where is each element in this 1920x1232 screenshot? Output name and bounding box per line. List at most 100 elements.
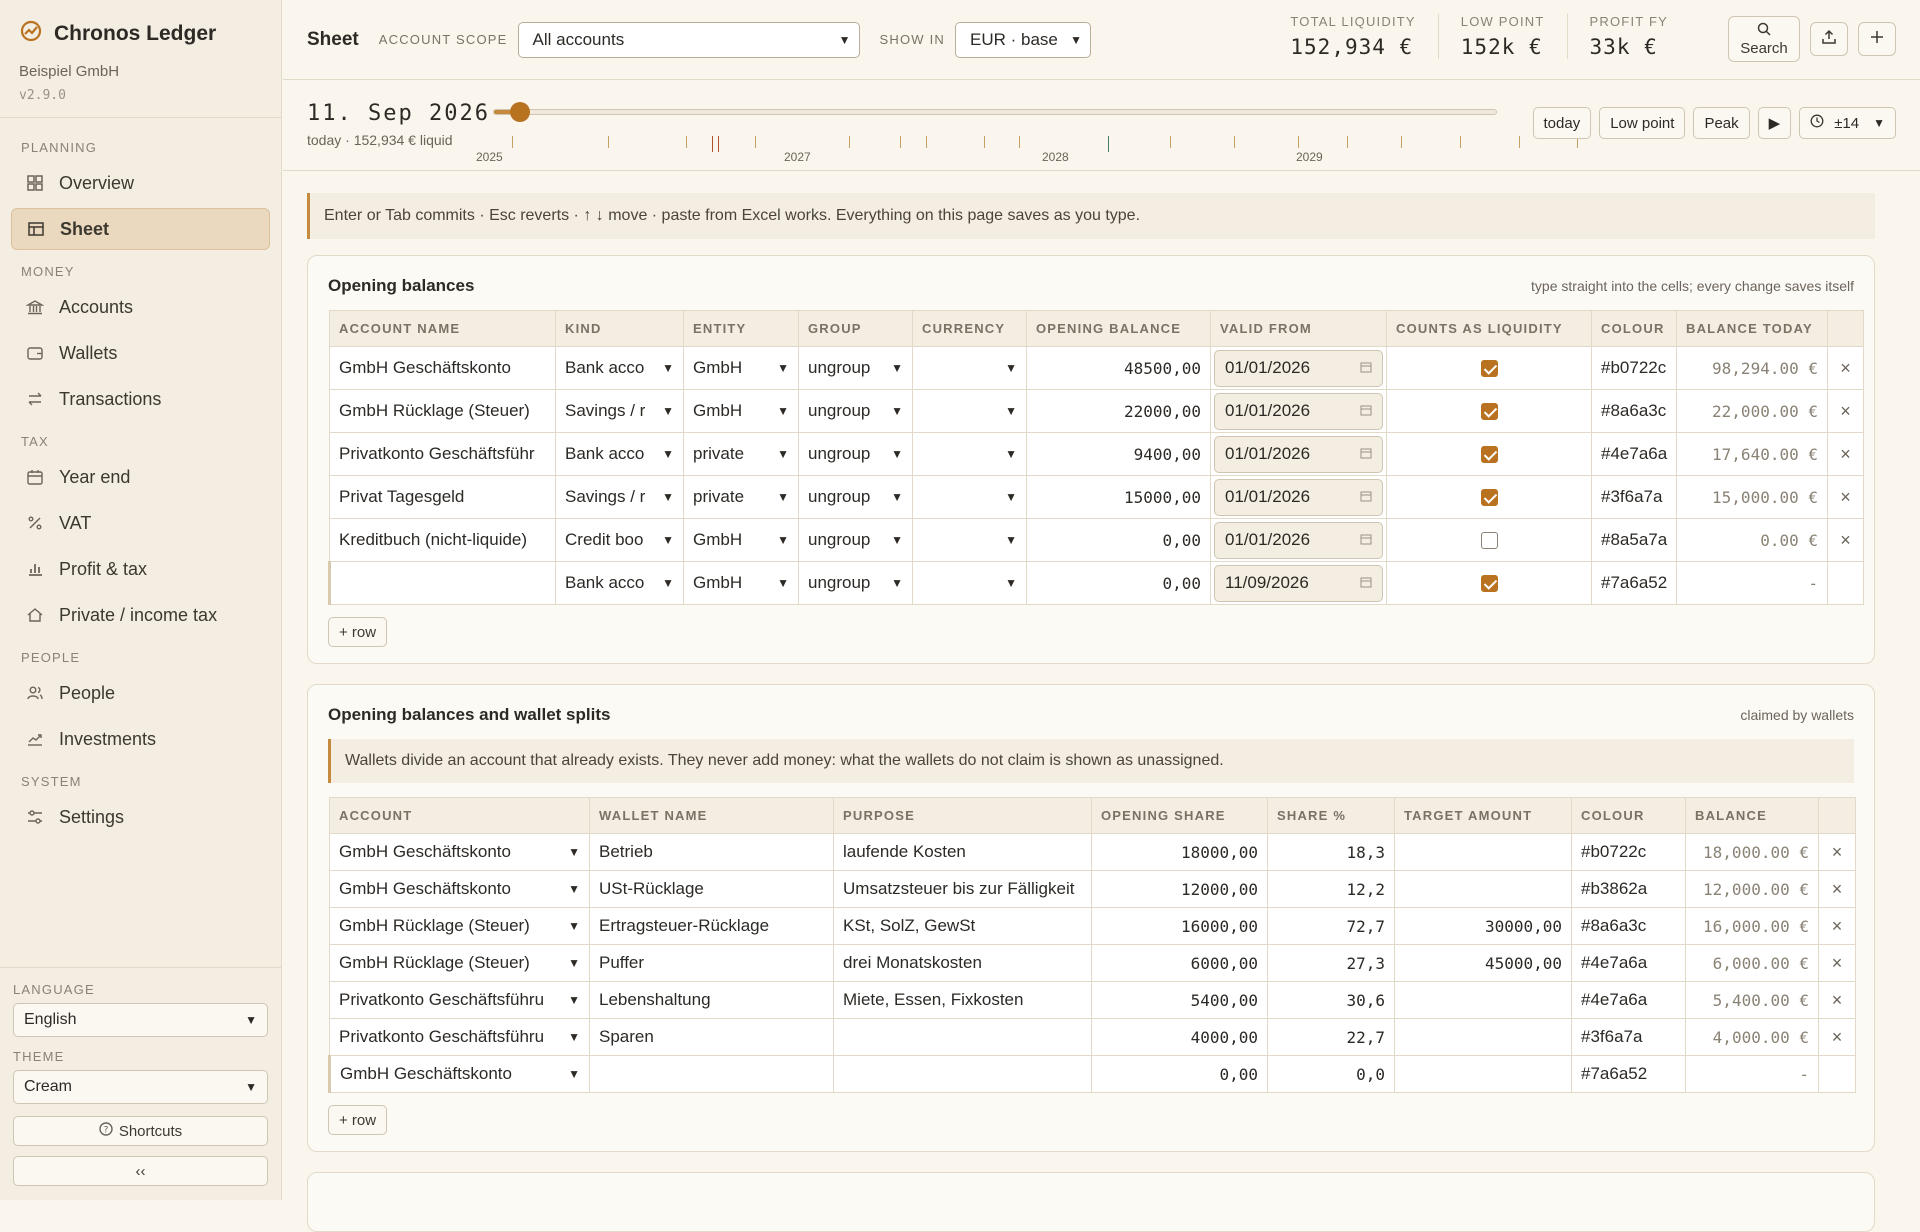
date-input[interactable]: 01/01/2026 — [1214, 521, 1383, 559]
liquidity-checkbox[interactable] — [1480, 446, 1498, 464]
target-amount-cell[interactable] — [1394, 1018, 1572, 1056]
kind-select[interactable]: Bank acco ▼ — [555, 561, 684, 605]
currency-select[interactable]: ▼ — [912, 475, 1027, 519]
wallet-name-cell[interactable]: Puffer — [589, 944, 834, 982]
date-input[interactable]: 01/01/2026 — [1214, 478, 1383, 516]
share-percent-cell[interactable]: 30,6 — [1267, 981, 1395, 1019]
liquidity-checkbox[interactable] — [1480, 489, 1498, 507]
date-input[interactable]: 01/01/2026 — [1214, 392, 1383, 430]
purpose-cell[interactable]: laufende Kosten — [833, 833, 1092, 871]
kind-select[interactable]: Bank acco ▼ — [555, 346, 684, 390]
group-select[interactable]: ungroup ▼ — [798, 432, 913, 476]
wallet-name-cell[interactable]: Lebenshaltung — [589, 981, 834, 1019]
opening-share-cell[interactable]: 12000,00 — [1091, 870, 1268, 908]
delete-row-button[interactable]: × — [1818, 907, 1856, 945]
account-name-cell[interactable] — [328, 561, 556, 605]
sidebar-item-profit-tax[interactable]: Profit & tax — [11, 548, 270, 590]
delete-row-button[interactable] — [1827, 561, 1864, 605]
entity-select[interactable]: private ▼ — [683, 475, 799, 519]
delete-row-button[interactable]: × — [1827, 475, 1864, 519]
colour-cell[interactable]: #8a6a3c — [1591, 389, 1677, 433]
delete-row-button[interactable]: × — [1818, 870, 1856, 908]
currency-select[interactable]: ▼ — [912, 389, 1027, 433]
wallet-name-cell[interactable]: Sparen — [589, 1018, 834, 1056]
date-input[interactable]: 01/01/2026 — [1214, 435, 1383, 473]
calendar-icon[interactable] — [1360, 573, 1372, 593]
colour-cell[interactable]: #7a6a52 — [1571, 1055, 1686, 1093]
colour-cell[interactable]: #8a6a3c — [1571, 907, 1686, 945]
valid-from-cell[interactable]: 01/01/2026 — [1210, 432, 1387, 476]
account-select[interactable]: GmbH Geschäftskonto ▼ — [329, 870, 590, 908]
colour-cell[interactable]: #3f6a7a — [1591, 475, 1677, 519]
sidebar-item-people[interactable]: People — [11, 672, 270, 714]
account-name-cell[interactable]: Privat Tagesgeld — [329, 475, 556, 519]
account-name-cell[interactable]: Kreditbuch (nicht-liquide) — [329, 518, 556, 562]
sidebar-item-settings[interactable]: Settings — [11, 796, 270, 838]
opening-share-cell[interactable]: 18000,00 — [1091, 833, 1268, 871]
valid-from-cell[interactable]: 01/01/2026 — [1210, 389, 1387, 433]
low-point-button[interactable]: Low point — [1599, 107, 1686, 139]
calendar-icon[interactable] — [1360, 444, 1372, 464]
delete-row-button[interactable]: × — [1818, 1018, 1856, 1056]
share-percent-cell[interactable]: 0,0 — [1267, 1055, 1395, 1093]
target-amount-cell[interactable] — [1394, 1055, 1572, 1093]
entity-select[interactable]: GmbH ▼ — [683, 346, 799, 390]
sidebar-item-wallets[interactable]: Wallets — [11, 332, 270, 374]
delete-row-button[interactable]: × — [1827, 518, 1864, 562]
sidebar-item-year-end[interactable]: Year end — [11, 456, 270, 498]
account-scope-select[interactable]: All accounts ▼ — [517, 21, 860, 58]
currency-select[interactable]: ▼ — [912, 346, 1027, 390]
opening-share-cell[interactable]: 6000,00 — [1091, 944, 1268, 982]
search-button[interactable]: Search — [1728, 16, 1800, 62]
account-select[interactable]: Privatkonto Geschäftsführu ▼ — [329, 981, 590, 1019]
kind-select[interactable]: Savings / r ▼ — [555, 389, 684, 433]
share-percent-cell[interactable]: 27,3 — [1267, 944, 1395, 982]
sidebar-item-transactions[interactable]: Transactions — [11, 378, 270, 420]
calendar-icon[interactable] — [1360, 401, 1372, 421]
opening-balance-cell[interactable]: 9400,00 — [1026, 432, 1211, 476]
purpose-cell[interactable]: drei Monatskosten — [833, 944, 1092, 982]
timeline-thumb[interactable] — [510, 102, 531, 122]
currency-select[interactable]: EUR · base ▼ — [954, 21, 1091, 58]
wallet-name-cell[interactable]: Betrieb — [589, 833, 834, 871]
sidebar-item-overview[interactable]: Overview — [11, 162, 270, 204]
colour-cell[interactable]: #4e7a6a — [1591, 432, 1677, 476]
delete-row-button[interactable]: × — [1827, 432, 1864, 476]
colour-cell[interactable]: #8a5a7a — [1591, 518, 1677, 562]
account-name-cell[interactable]: GmbH Geschäftskonto — [329, 346, 556, 390]
delete-row-button[interactable]: × — [1827, 346, 1864, 390]
valid-from-cell[interactable]: 01/01/2026 — [1210, 346, 1387, 390]
share-percent-cell[interactable]: 72,7 — [1267, 907, 1395, 945]
sidebar-item-accounts[interactable]: Accounts — [11, 286, 270, 328]
group-select[interactable]: ungroup ▼ — [798, 561, 913, 605]
language-select[interactable]: English ▼ — [13, 1003, 268, 1037]
theme-select[interactable]: Cream ▼ — [13, 1070, 268, 1104]
opening-balance-cell[interactable]: 22000,00 — [1026, 389, 1211, 433]
shortcuts-button[interactable]: ? Shortcuts — [13, 1116, 268, 1146]
target-amount-cell[interactable]: 30000,00 — [1394, 907, 1572, 945]
valid-from-cell[interactable]: 01/01/2026 — [1210, 475, 1387, 519]
delete-row-button[interactable]: × — [1827, 389, 1864, 433]
collapse-sidebar-button[interactable]: ‹‹ — [13, 1156, 268, 1186]
target-amount-cell[interactable] — [1394, 981, 1572, 1019]
colour-cell[interactable]: #b0722c — [1591, 346, 1677, 390]
valid-from-cell[interactable]: 01/01/2026 — [1210, 518, 1387, 562]
currency-select[interactable]: ▼ — [912, 518, 1027, 562]
entity-select[interactable]: private ▼ — [683, 432, 799, 476]
entity-select[interactable]: GmbH ▼ — [683, 518, 799, 562]
purpose-cell[interactable] — [833, 1018, 1092, 1056]
account-select[interactable]: GmbH Geschäftskonto ▼ — [329, 833, 590, 871]
purpose-cell[interactable]: Umsatzsteuer bis zur Fälligkeit — [833, 870, 1092, 908]
delete-row-button[interactable]: × — [1818, 981, 1856, 1019]
group-select[interactable]: ungroup ▼ — [798, 346, 913, 390]
opening-share-cell[interactable]: 0,00 — [1091, 1055, 1268, 1093]
opening-share-cell[interactable]: 5400,00 — [1091, 981, 1268, 1019]
sidebar-item-vat[interactable]: VAT — [11, 502, 270, 544]
share-percent-cell[interactable]: 12,2 — [1267, 870, 1395, 908]
add-row-button[interactable]: + row — [328, 1105, 388, 1135]
liquidity-checkbox[interactable] — [1480, 360, 1498, 378]
delete-row-button[interactable]: × — [1818, 833, 1856, 871]
colour-cell[interactable]: #4e7a6a — [1571, 944, 1686, 982]
target-amount-cell[interactable] — [1394, 870, 1572, 908]
delete-row-button[interactable] — [1818, 1055, 1856, 1093]
